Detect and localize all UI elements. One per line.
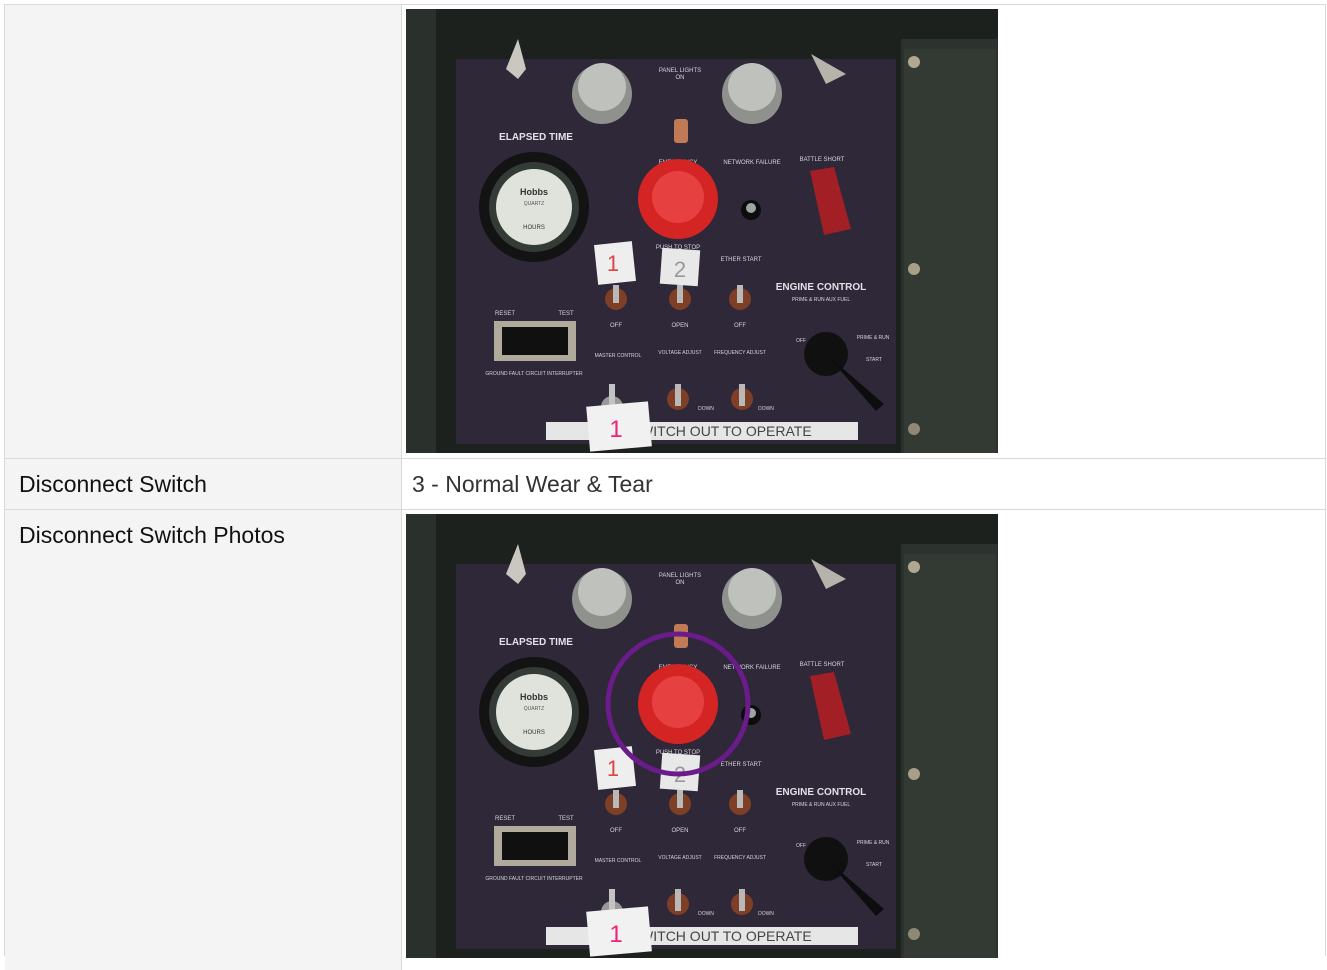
svg-text:ETHER START: ETHER START bbox=[720, 257, 761, 263]
svg-text:PRIME & RUN AUX FUEL: PRIME & RUN AUX FUEL bbox=[792, 802, 851, 808]
svg-text:ON: ON bbox=[676, 580, 685, 586]
svg-text:FREQUENCY ADJUST: FREQUENCY ADJUST bbox=[714, 350, 766, 356]
svg-text:RESET: RESET bbox=[495, 311, 515, 317]
svg-text:PRIME & RUN AUX FUEL: PRIME & RUN AUX FUEL bbox=[792, 297, 851, 303]
svg-text:DOWN: DOWN bbox=[758, 911, 774, 917]
svg-text:QUARTZ: QUARTZ bbox=[524, 706, 544, 712]
svg-text:1: 1 bbox=[609, 921, 622, 948]
svg-text:2: 2 bbox=[674, 257, 686, 282]
svg-text:GROUND FAULT CIRCUIT INTERRUPT: GROUND FAULT CIRCUIT INTERRUPTER bbox=[485, 371, 583, 377]
row-value-photos: PANEL LIGHTS ON ELAPSED TIME Hobbs QUART… bbox=[401, 510, 1325, 970]
svg-text:NETWORK FAILURE: NETWORK FAILURE bbox=[723, 160, 780, 166]
svg-text:FREQUENCY ADJUST: FREQUENCY ADJUST bbox=[714, 855, 766, 861]
svg-text:ENGINE CONTROL: ENGINE CONTROL bbox=[776, 282, 867, 293]
row-disconnect-switch: Disconnect Switch 3 - Normal Wear & Tear bbox=[5, 458, 1325, 509]
svg-text:VOLTAGE ADJUST: VOLTAGE ADJUST bbox=[658, 855, 701, 861]
row-value-photo: PANEL LIGHTS ON ELAPSED TIME Hobbs QUART… bbox=[401, 5, 1325, 458]
svg-text:OFF: OFF bbox=[734, 323, 746, 329]
svg-text:OFF: OFF bbox=[610, 323, 622, 329]
svg-text:OPEN: OPEN bbox=[671, 828, 688, 834]
svg-text:VOLTAGE ADJUST: VOLTAGE ADJUST bbox=[658, 350, 701, 356]
svg-text:START: START bbox=[866, 862, 882, 868]
disconnect-switch-value: 3 - Normal Wear & Tear bbox=[401, 459, 1325, 509]
svg-text:GROUND FAULT CIRCUIT INTERRUPT: GROUND FAULT CIRCUIT INTERRUPTER bbox=[485, 876, 583, 882]
svg-text:NETWORK FAILURE: NETWORK FAILURE bbox=[723, 665, 780, 671]
disconnect-switch-label: Disconnect Switch bbox=[5, 459, 401, 509]
svg-text:Hobbs: Hobbs bbox=[520, 692, 548, 702]
svg-text:ELAPSED TIME: ELAPSED TIME bbox=[499, 637, 573, 648]
svg-text:PRIME & RUN: PRIME & RUN bbox=[857, 840, 890, 846]
svg-text:MASTER CONTROL: MASTER CONTROL bbox=[595, 858, 642, 864]
svg-text:MASTER CONTROL: MASTER CONTROL bbox=[595, 353, 642, 359]
svg-text:DOWN: DOWN bbox=[698, 911, 714, 917]
svg-text:1: 1 bbox=[607, 251, 619, 276]
svg-text:OFF: OFF bbox=[796, 843, 806, 849]
svg-text:PANEL LIGHTS: PANEL LIGHTS bbox=[659, 68, 701, 74]
svg-text:PANEL LIGHTS: PANEL LIGHTS bbox=[659, 573, 701, 579]
svg-text:RESET: RESET bbox=[495, 816, 515, 822]
svg-text:BATTLE SHORT: BATTLE SHORT bbox=[800, 157, 845, 163]
annotated-control-panel-photo[interactable]: PANEL LIGHTS ON ELAPSED TIME Hobbs QUART… bbox=[406, 514, 998, 958]
svg-text:BATTLE SHORT: BATTLE SHORT bbox=[800, 662, 845, 668]
svg-text:ENGINE CONTROL: ENGINE CONTROL bbox=[776, 787, 867, 798]
svg-text:TEST: TEST bbox=[558, 311, 574, 317]
row-panel-photo: PANEL LIGHTS ON ELAPSED TIME Hobbs QUART… bbox=[5, 5, 1325, 458]
svg-text:DOWN: DOWN bbox=[698, 406, 714, 412]
svg-text:START: START bbox=[866, 357, 882, 363]
svg-text:1: 1 bbox=[607, 756, 619, 781]
svg-text:PRIME & RUN: PRIME & RUN bbox=[857, 335, 890, 341]
svg-text:ETHER START: ETHER START bbox=[720, 762, 761, 768]
svg-text:1: 1 bbox=[609, 416, 622, 443]
svg-text:DOWN: DOWN bbox=[758, 406, 774, 412]
control-panel-photo[interactable]: PANEL LIGHTS ON ELAPSED TIME Hobbs QUART… bbox=[406, 9, 998, 453]
svg-text:OFF: OFF bbox=[796, 338, 806, 344]
row-label-empty bbox=[5, 5, 401, 458]
svg-text:OFF: OFF bbox=[610, 828, 622, 834]
svg-text:HOURS: HOURS bbox=[523, 225, 545, 231]
svg-text:QUARTZ: QUARTZ bbox=[524, 201, 544, 207]
svg-text:OPEN: OPEN bbox=[671, 323, 688, 329]
svg-text:ON: ON bbox=[676, 75, 685, 81]
row-disconnect-switch-photos: Disconnect Switch Photos PANEL LIGHTS ON… bbox=[5, 509, 1325, 970]
svg-text:HOURS: HOURS bbox=[523, 730, 545, 736]
inspection-report-table: PANEL LIGHTS ON ELAPSED TIME Hobbs QUART… bbox=[4, 4, 1326, 970]
svg-text:Hobbs: Hobbs bbox=[520, 187, 548, 197]
disconnect-switch-photos-label: Disconnect Switch Photos bbox=[5, 510, 401, 970]
svg-text:OFF: OFF bbox=[734, 828, 746, 834]
svg-text:TEST: TEST bbox=[558, 816, 574, 822]
svg-text:ELAPSED TIME: ELAPSED TIME bbox=[499, 132, 573, 143]
